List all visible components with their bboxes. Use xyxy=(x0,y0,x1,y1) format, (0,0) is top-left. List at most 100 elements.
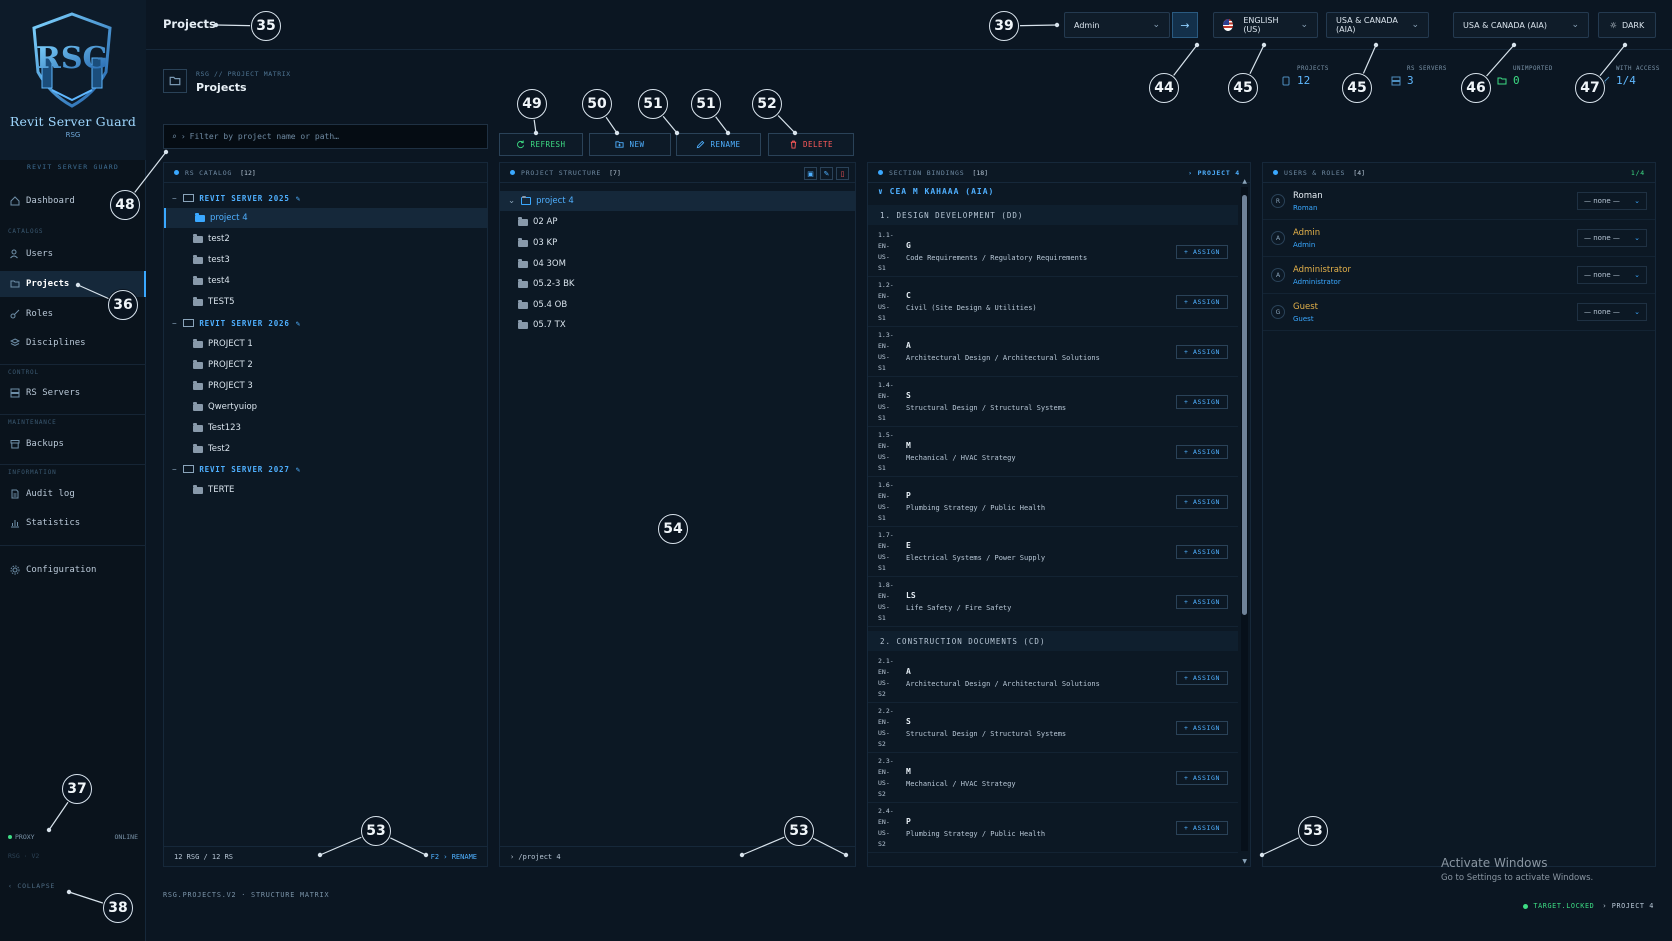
project-item[interactable]: Qwertyuiop xyxy=(164,397,487,417)
filter-field[interactable]: ⌕ › xyxy=(163,124,488,149)
project-item[interactable]: test4 xyxy=(164,271,487,291)
new-button[interactable]: NEW xyxy=(589,133,671,156)
role-select[interactable]: — none — ⌄ xyxy=(1577,303,1647,321)
brand-sub: RSG xyxy=(65,131,81,139)
user-row[interactable]: A Admin Admin — none — ⌄ xyxy=(1263,220,1655,257)
callout-marker: 54 xyxy=(658,514,688,544)
role-select[interactable]: — none — ⌄ xyxy=(1577,192,1647,210)
binding-code-part: EN-US- xyxy=(878,717,890,737)
pencil-icon[interactable]: ✎ xyxy=(296,194,301,203)
user-select[interactable]: Admin ⌄ xyxy=(1064,12,1170,38)
sidebar-item-label: Disciplines xyxy=(26,338,86,348)
user-row[interactable]: R Roman Roman — none — ⌄ xyxy=(1263,183,1655,220)
nav-section-catalogs: CATALOGS xyxy=(8,228,44,235)
assign-button[interactable]: + ASSIGN xyxy=(1176,344,1228,359)
structure-item[interactable]: 05.2-3 BK xyxy=(500,274,855,294)
structure-item[interactable]: 02 AP xyxy=(500,212,855,232)
region-select-1[interactable]: USA & CANADA (AIA) ⌄ xyxy=(1326,12,1429,38)
delete-button[interactable]: DELETE xyxy=(768,133,854,156)
role-select[interactable]: — none — ⌄ xyxy=(1577,229,1647,247)
structure-item[interactable]: 05.7 TX xyxy=(500,315,855,335)
filter-input[interactable] xyxy=(189,132,470,141)
collapse-icon: − xyxy=(172,193,178,203)
assign-button[interactable]: + ASSIGN xyxy=(1176,670,1228,685)
server-icon xyxy=(183,465,195,473)
apply-user-button[interactable]: → xyxy=(1172,12,1198,38)
assign-button[interactable]: + ASSIGN xyxy=(1176,720,1228,735)
assign-button[interactable]: + ASSIGN xyxy=(1176,444,1228,459)
sidebar-item-label: Configuration xyxy=(26,565,97,575)
assign-button[interactable]: + ASSIGN xyxy=(1176,494,1228,509)
theme-toggle[interactable]: ☼ DARK xyxy=(1598,12,1656,38)
sidebar-item-statistics[interactable]: Statistics xyxy=(0,510,146,536)
sidebar-item-audit-log[interactable]: Audit log xyxy=(0,481,146,507)
pencil-icon[interactable]: ✎ xyxy=(820,167,833,180)
stat-label: PROJECTS xyxy=(1297,66,1329,72)
discipline-name: Mechanical / HVAC Strategy xyxy=(906,454,1016,462)
scrollbar[interactable] xyxy=(1241,187,1248,851)
assign-button[interactable]: + ASSIGN xyxy=(1176,594,1228,609)
project-item[interactable]: PROJECT 3 xyxy=(164,376,487,396)
sidebar-item-configuration[interactable]: Configuration xyxy=(0,557,146,583)
project-name: TERTE xyxy=(208,485,235,495)
standard-selector[interactable]: ∨ CEA M KAHAAA (AIA) xyxy=(878,187,994,196)
sidebar-item-rs-servers[interactable]: RS Servers xyxy=(0,380,146,406)
refresh-button[interactable]: REFRESH xyxy=(499,133,583,156)
users-icon xyxy=(9,249,20,260)
assign-button[interactable]: + ASSIGN xyxy=(1176,244,1228,259)
user-row[interactable]: A Administrator Administrator — none — ⌄ xyxy=(1263,257,1655,294)
divider xyxy=(0,545,146,546)
user-name: Administrator xyxy=(1293,264,1351,275)
server-node[interactable]: − REVIT SERVER 2027 ✎ xyxy=(164,459,301,479)
assign-button[interactable]: + ASSIGN xyxy=(1176,294,1228,309)
structure-item[interactable]: 05.4 OB xyxy=(500,295,855,315)
chevron-down-icon: ⌄ xyxy=(1300,20,1308,30)
discipline-name: Plumbing Strategy / Public Health xyxy=(906,830,1046,838)
project-item[interactable]: Test2 xyxy=(164,439,487,459)
binding-code-part: 1.6- xyxy=(878,480,894,489)
rename-button[interactable]: RENAME xyxy=(676,133,761,156)
project-item[interactable]: test3 xyxy=(164,250,487,270)
language-select[interactable]: ENGLISH (US) ⌄ xyxy=(1213,12,1318,38)
project-item[interactable]: project 4 xyxy=(164,208,487,228)
collapse-button[interactable]: ‹ COLLAPSE xyxy=(8,882,55,890)
binding-code: 1.2- EN-US- S1 xyxy=(868,280,900,324)
scroll-down-icon[interactable]: ▼ xyxy=(1242,858,1247,865)
server-node[interactable]: − REVIT SERVER 2025 ✎ xyxy=(164,188,301,208)
new-folder-icon[interactable]: ▣ xyxy=(804,167,817,180)
project-item[interactable]: PROJECT 1 xyxy=(164,334,487,354)
assign-button[interactable]: + ASSIGN xyxy=(1176,544,1228,559)
scroll-up-icon[interactable]: ▲ xyxy=(1242,178,1247,185)
pencil-icon[interactable]: ✎ xyxy=(296,319,301,328)
scrollbar-thumb[interactable] xyxy=(1242,195,1247,615)
structure-root[interactable]: ⌄ project 4 xyxy=(500,191,855,211)
project-item[interactable]: test2 xyxy=(164,229,487,249)
region-select-2[interactable]: USA & CANADA (AIA) ⌄ xyxy=(1453,12,1589,38)
sidebar-item-users[interactable]: Users xyxy=(0,241,146,267)
assign-button[interactable]: + ASSIGN xyxy=(1176,770,1228,785)
project-item[interactable]: TERTE xyxy=(164,480,487,500)
role-value: — none — xyxy=(1584,197,1620,205)
pencil-icon[interactable]: ✎ xyxy=(296,465,301,474)
assign-button[interactable]: + ASSIGN xyxy=(1176,820,1228,835)
callout-marker: 47 xyxy=(1575,73,1605,103)
project-item[interactable]: Test123 xyxy=(164,418,487,438)
server-node[interactable]: − REVIT SERVER 2026 ✎ xyxy=(164,313,301,333)
chevron-down-icon: ⌄ xyxy=(1634,234,1640,242)
region-value: USA & CANADA (AIA) xyxy=(1336,16,1398,34)
trash-icon[interactable]: ▯ xyxy=(836,167,849,180)
nav-section-control: CONTROL xyxy=(8,369,39,376)
project-item[interactable]: TEST5 xyxy=(164,292,487,312)
pencil-icon xyxy=(697,140,705,149)
structure-item[interactable]: 03 KP xyxy=(500,233,855,253)
folder-icon xyxy=(1497,76,1507,86)
user-row[interactable]: G Guest Guest — none — ⌄ xyxy=(1263,294,1655,331)
region-value: USA & CANADA (AIA) xyxy=(1463,20,1547,30)
binding-discipline: G Code Requirements / Regulatory Requirem… xyxy=(900,241,1176,262)
role-select[interactable]: — none — ⌄ xyxy=(1577,266,1647,284)
project-item[interactable]: PROJECT 2 xyxy=(164,355,487,375)
assign-button[interactable]: + ASSIGN xyxy=(1176,394,1228,409)
sidebar-item-backups[interactable]: Backups xyxy=(0,431,146,457)
structure-item[interactable]: 04 3OM xyxy=(500,254,855,274)
sidebar-item-disciplines[interactable]: Disciplines xyxy=(0,330,146,356)
